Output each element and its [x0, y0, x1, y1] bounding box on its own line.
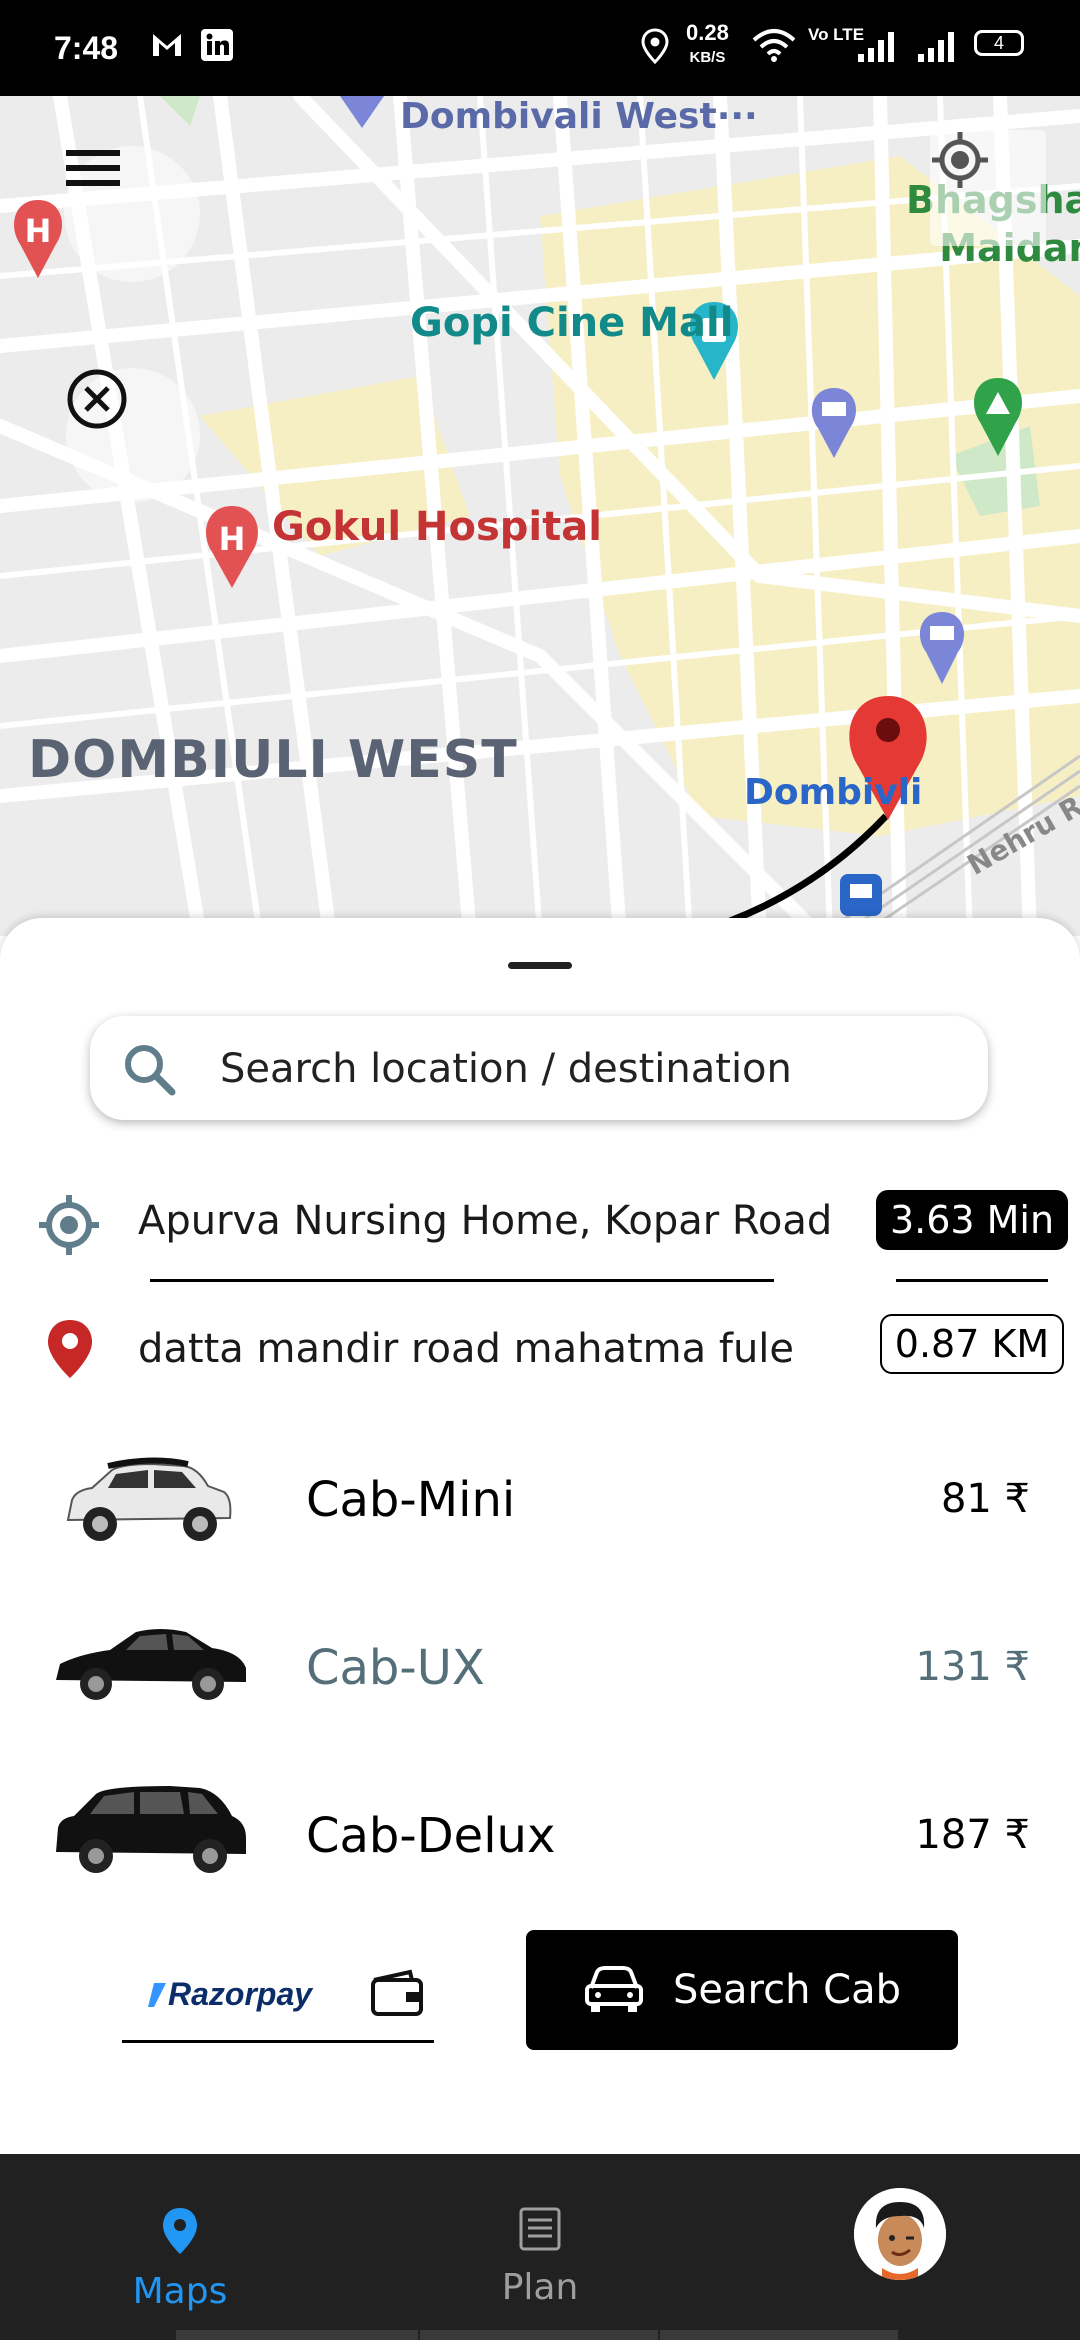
drop-address: datta mandir road mahatma fule: [138, 1326, 795, 1372]
my-location-button[interactable]: [930, 130, 1046, 246]
map-label-station: Dombivli: [744, 772, 923, 813]
close-icon: [67, 369, 127, 429]
sheet-drag-handle[interactable]: [508, 962, 572, 969]
wallet-icon: [370, 1968, 424, 2020]
cab-name: Cab-UX: [306, 1640, 485, 1696]
battery-icon: 4: [974, 30, 1024, 56]
map-label-gopi-cine-mall[interactable]: Gopi Cine Mall: [410, 300, 733, 346]
map-label-gokul-hospital[interactable]: Gokul Hospital: [272, 504, 602, 550]
cab-price: 131 ₹: [915, 1644, 1030, 1690]
document-icon: [519, 2207, 561, 2251]
location-icon: [640, 28, 670, 68]
pickup-underline: [150, 1279, 774, 1282]
razorpay-logo: Razorpay: [146, 1976, 312, 2013]
wifi-icon: [752, 28, 796, 68]
gesture-indicator-left: [176, 2330, 418, 2340]
signal-icon: [856, 28, 900, 68]
search-bar[interactable]: [90, 1016, 988, 1120]
svg-text:H: H: [219, 520, 246, 558]
clear-route-button[interactable]: [66, 368, 200, 502]
cab-option-delux[interactable]: Cab-Delux 187 ₹: [0, 1764, 1080, 1914]
signal-icon-2: [916, 28, 960, 68]
cab-price: 187 ₹: [915, 1812, 1030, 1858]
map-label-area: DOMBIULI WEST: [28, 730, 518, 790]
cab-name: Cab-Mini: [306, 1472, 516, 1528]
my-location-icon: [36, 1192, 102, 1262]
map-pin-icon: [163, 2208, 197, 2254]
status-time: 7:48: [54, 30, 119, 66]
search-input[interactable]: [218, 1038, 962, 1100]
hamburger-icon: [66, 150, 120, 186]
pickup-address: Apurva Nursing Home, Kopar Road: [138, 1198, 833, 1244]
eta-underline: [896, 1279, 1048, 1282]
search-icon: [122, 1042, 178, 1102]
linkedin-icon: [200, 28, 234, 66]
nav-label-plan: Plan: [501, 2267, 579, 2308]
gesture-indicator-center: [420, 2330, 658, 2340]
payment-underline: [122, 2040, 434, 2043]
gesture-indicator-right: [660, 2330, 898, 2340]
mini-car-icon: [52, 1444, 242, 1558]
gmail-icon: [150, 28, 184, 66]
nav-label-maps: Maps: [132, 2271, 228, 2312]
drop-pin-icon: [44, 1318, 96, 1384]
status-bar: 7:48 0.28 KB/S Vo LTE 4: [0, 0, 1080, 96]
payment-method-selector[interactable]: Razorpay: [122, 1940, 434, 2043]
network-speed: 0.28 KB/S: [686, 22, 729, 69]
cab-name: Cab-Delux: [306, 1808, 556, 1864]
razorpay-label: Razorpay: [168, 1976, 313, 2012]
bottom-nav: Maps Plan: [0, 2154, 1080, 2340]
network-speed-value: 0.28: [686, 20, 729, 45]
booking-sheet: Apurva Nursing Home, Kopar Road 3.63 Min…: [0, 918, 1080, 2154]
search-cab-button[interactable]: Search Cab: [526, 1930, 958, 2050]
svg-text:H: H: [25, 212, 52, 250]
network-speed-unit: KB/S: [689, 49, 726, 66]
search-cab-label: Search Cab: [673, 1967, 901, 2013]
car-icon: [585, 1966, 644, 2012]
avatar-face-icon: [854, 2188, 946, 2280]
crosshair-icon: [932, 132, 988, 188]
menu-button[interactable]: [64, 146, 200, 282]
eta-badge: 3.63 Min: [876, 1190, 1068, 1250]
profile-avatar[interactable]: [854, 2188, 946, 2280]
map-view[interactable]: H H Dombivali West··· Gopi Cine Mall Gok…: [0, 96, 1080, 936]
suv-car-icon: [50, 1778, 250, 1882]
cab-option-ux[interactable]: Cab-UX 131 ₹: [0, 1596, 1080, 1746]
map-label-dombivali-west: Dombivali West···: [400, 96, 758, 137]
bus-stop-icon: [840, 874, 882, 916]
nav-tab-plan[interactable]: Plan: [480, 2206, 600, 2308]
distance-badge: 0.87 KM: [880, 1314, 1064, 1374]
sedan-car-icon: [50, 1618, 250, 1712]
cab-price: 81 ₹: [940, 1476, 1030, 1522]
nav-tab-maps[interactable]: Maps: [124, 2206, 236, 2312]
cab-option-mini[interactable]: Cab-Mini 81 ₹: [0, 1428, 1080, 1578]
